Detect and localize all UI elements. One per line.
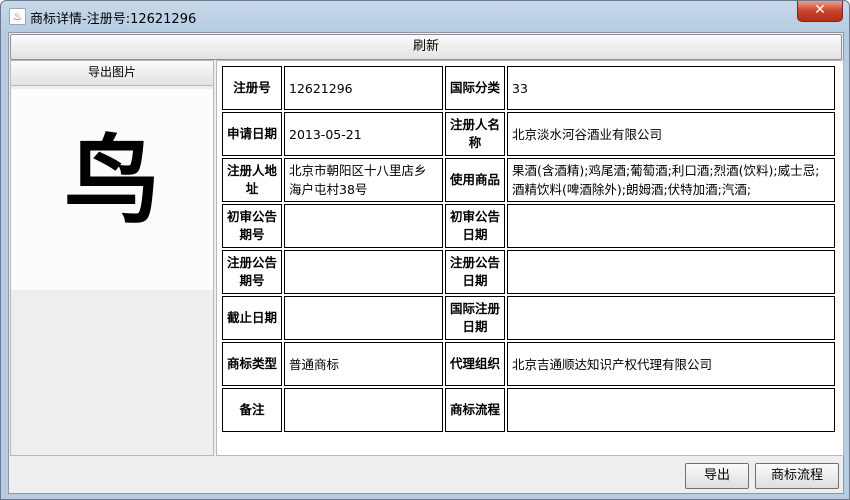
detail-row: 截止日期 国际注册日期 [222,296,835,340]
field-value: 12621296 [284,66,443,110]
field-label: 备注 [222,388,282,432]
field-label: 初审公告日期 [445,204,505,248]
field-label: 国际注册日期 [445,296,505,340]
field-label: 截止日期 [222,296,282,340]
field-label: 使用商品 [445,158,505,202]
details-table: 注册号 12621296 国际分类 33 申请日期 2013-05-21 注册人名称 北京淡水… [220,64,837,434]
trademark-detail-window: ♨ 商标详情-注册号:12621296 ✕ 刷新 导出图片 鸟 注册号 12621… [0,0,850,500]
trademark-flow-button[interactable]: 商标流程 [755,463,839,489]
field-value [284,204,443,248]
export-image-button[interactable]: 导出图片 [11,61,213,86]
export-button[interactable]: 导出 [685,463,749,489]
detail-row: 注册人地址 北京市朝阳区十八里店乡海户屯村38号 使用商品 果酒(含酒精);鸡尾酒;葡… [222,158,835,202]
refresh-button[interactable]: 刷新 [10,34,842,60]
field-label: 初审公告期号 [222,204,282,248]
field-label: 注册号 [222,66,282,110]
field-label: 注册公告期号 [222,250,282,294]
detail-row: 备注 商标流程 [222,388,835,432]
trademark-image-panel: 导出图片 鸟 [10,60,214,456]
detail-row: 申请日期 2013-05-21 注册人名称 北京淡水河谷酒业有限公司 [222,112,835,156]
field-value: 33 [507,66,835,110]
field-value: 果酒(含酒精);鸡尾酒;葡萄酒;利口酒;烈酒(饮料);威士忌;酒精饮料(啤酒除外… [507,158,835,202]
field-value: 北京吉通顺达知识产权代理有限公司 [507,342,835,386]
field-value [507,204,835,248]
window-title: 商标详情-注册号:12621296 [30,12,197,27]
detail-row: 注册号 12621296 国际分类 33 [222,66,835,110]
field-value: 2013-05-21 [284,112,443,156]
field-value [284,250,443,294]
trademark-image: 鸟 [11,89,213,290]
field-label: 注册人名称 [445,112,505,156]
detail-row: 注册公告期号 注册公告日期 [222,250,835,294]
title-bar[interactable]: ♨ 商标详情-注册号:12621296 ✕ [1,1,849,31]
field-label: 国际分类 [445,66,505,110]
trademark-logo-char: 鸟 [64,124,160,237]
field-value [284,388,443,432]
trademark-details-panel: 注册号 12621296 国际分类 33 申请日期 2013-05-21 注册人名称 北京淡水… [216,60,844,456]
field-value: 普通商标 [284,342,443,386]
field-value [507,250,835,294]
window-content: 刷新 导出图片 鸟 注册号 12621296 国际分类 33 申请日期 2013-05-2… [8,32,844,494]
field-label: 商标流程 [445,388,505,432]
field-label: 代理组织 [445,342,505,386]
close-button[interactable]: ✕ [797,1,843,22]
field-value [284,296,443,340]
field-label: 申请日期 [222,112,282,156]
detail-row: 初审公告期号 初审公告日期 [222,204,835,248]
field-label: 商标类型 [222,342,282,386]
detail-row: 商标类型 普通商标 代理组织 北京吉通顺达知识产权代理有限公司 [222,342,835,386]
field-value [507,388,835,432]
field-label: 注册人地址 [222,158,282,202]
java-app-icon: ♨ [9,8,26,25]
field-value: 北京市朝阳区十八里店乡海户屯村38号 [284,158,443,202]
field-label: 注册公告日期 [445,250,505,294]
field-value: 北京淡水河谷酒业有限公司 [507,112,835,156]
field-value [507,296,835,340]
